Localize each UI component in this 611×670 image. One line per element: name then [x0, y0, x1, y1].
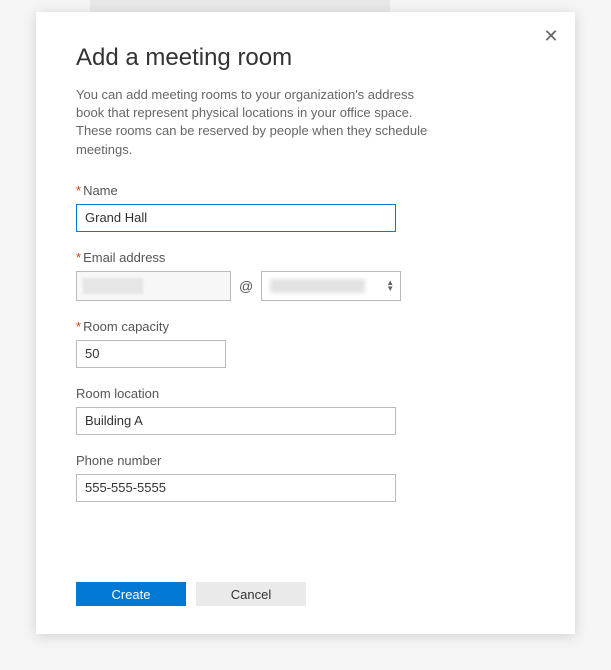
- capacity-field: *Room capacity: [76, 319, 535, 368]
- required-indicator: *: [76, 250, 81, 265]
- dialog-description: You can add meeting rooms to your organi…: [76, 86, 436, 159]
- redacted-content: [83, 278, 143, 294]
- backdrop-decoration: [90, 0, 390, 12]
- email-field: *Email address @ ▲▼: [76, 250, 535, 301]
- button-row: Create Cancel: [76, 582, 306, 606]
- required-indicator: *: [76, 319, 81, 334]
- dialog-title: Add a meeting room: [76, 44, 535, 72]
- phone-label: Phone number: [76, 453, 535, 468]
- location-input[interactable]: [76, 407, 396, 435]
- email-domain-select[interactable]: ▲▼: [261, 271, 401, 301]
- location-label: Room location: [76, 386, 535, 401]
- create-button[interactable]: Create: [76, 582, 186, 606]
- email-local-input[interactable]: [76, 271, 231, 301]
- close-icon: ✕: [543, 26, 558, 46]
- at-symbol: @: [239, 278, 253, 294]
- redacted-content: [270, 279, 365, 293]
- required-indicator: *: [76, 183, 81, 198]
- name-field: *Name: [76, 183, 535, 232]
- close-button[interactable]: ✕: [541, 26, 561, 46]
- email-input-row: @ ▲▼: [76, 271, 535, 301]
- phone-field: Phone number: [76, 453, 535, 502]
- cancel-button[interactable]: Cancel: [196, 582, 306, 606]
- capacity-label: *Room capacity: [76, 319, 535, 334]
- phone-input[interactable]: [76, 474, 396, 502]
- name-label: *Name: [76, 183, 535, 198]
- add-meeting-room-dialog: ✕ Add a meeting room You can add meeting…: [36, 12, 575, 634]
- location-field: Room location: [76, 386, 535, 435]
- name-input[interactable]: [76, 204, 396, 232]
- email-label: *Email address: [76, 250, 535, 265]
- capacity-input[interactable]: [76, 340, 226, 368]
- select-arrows-icon: ▲▼: [386, 280, 394, 292]
